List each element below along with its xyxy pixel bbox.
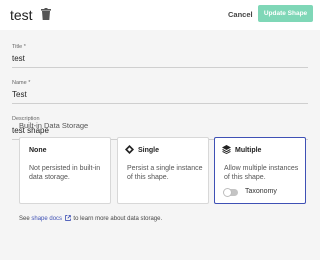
- taxonomy-toggle[interactable]: [223, 188, 238, 197]
- name-field-label: Name *: [12, 80, 31, 86]
- shape-docs-link[interactable]: shape docs: [31, 216, 62, 222]
- toggle-knob: [223, 188, 232, 197]
- shape-title: test: [10, 7, 33, 23]
- storage-option-title: None: [29, 147, 47, 154]
- editor-header: test Cancel Update Shape: [0, 0, 320, 30]
- diamond-icon: [125, 145, 134, 154]
- storage-option-description: Not persisted in built-in data storage.: [29, 165, 101, 181]
- storage-option-multiple[interactable]: Multiple Allow multiple instances of thi…: [214, 137, 306, 204]
- cancel-button[interactable]: Cancel: [228, 10, 253, 19]
- name-input[interactable]: Test: [12, 90, 308, 104]
- help-suffix: to learn more about data storage.: [73, 216, 163, 222]
- storage-option-single[interactable]: Single Persist a single instance of this…: [117, 137, 209, 204]
- storage-option-description: Allow multiple instances of this shape.: [224, 165, 299, 181]
- help-prefix: See: [19, 216, 30, 222]
- title-field[interactable]: Title * test: [12, 44, 308, 68]
- title-input[interactable]: test: [12, 54, 308, 68]
- storage-option-title: Single: [138, 147, 160, 154]
- layers-icon: [222, 145, 231, 154]
- storage-option-description: Persist a single instance of this shape.: [127, 165, 203, 181]
- trash-icon[interactable]: [41, 8, 51, 20]
- external-link-icon[interactable]: [64, 215, 71, 221]
- update-shape-button[interactable]: Update Shape: [258, 5, 313, 22]
- storage-section-title: Built-in Data Storage: [19, 121, 89, 130]
- storage-option-title: Multiple: [235, 147, 262, 154]
- title-field-label: Title *: [12, 44, 26, 50]
- name-field[interactable]: Name * Test: [12, 80, 308, 104]
- storage-option-none[interactable]: None Not persisted in built-in data stor…: [19, 137, 111, 204]
- taxonomy-toggle-label: Taxonomy: [245, 188, 277, 195]
- storage-help-text: See shape docs to learn more about data …: [19, 215, 162, 222]
